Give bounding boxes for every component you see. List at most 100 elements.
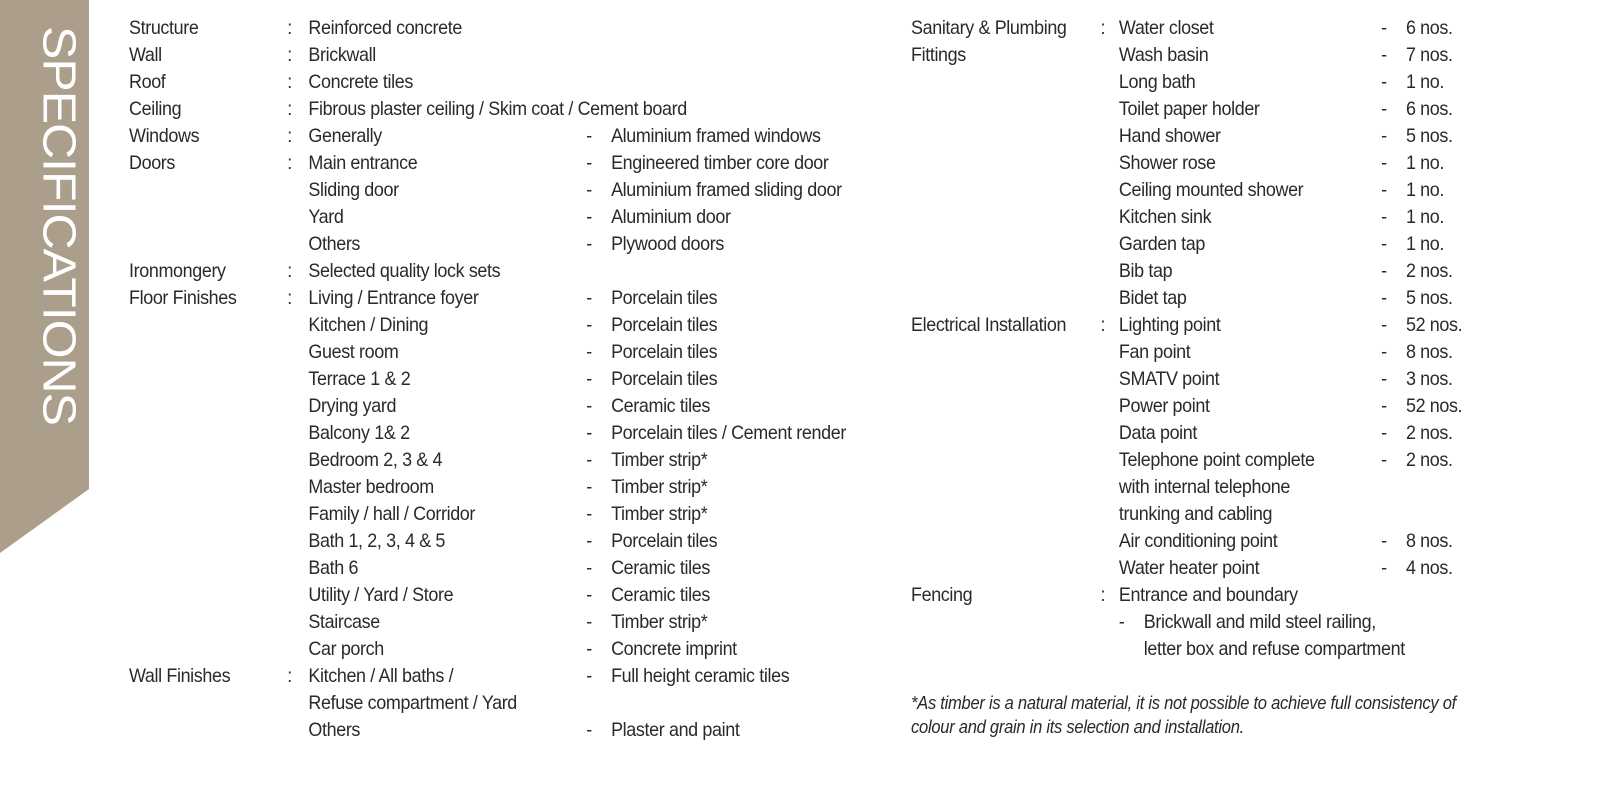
spec-row: Yard - Aluminium door [129, 204, 865, 231]
spec-category-label: Structure [129, 17, 199, 39]
spec-item: Brickwall [308, 44, 376, 66]
spec-item: Lighting point [1118, 314, 1221, 336]
spec-value: Ceramic tiles [611, 395, 710, 417]
spec-value: 5 nos. [1405, 125, 1453, 147]
dash-separator: - [586, 152, 592, 174]
spec-category-label: Sanitary & Plumbing [911, 17, 1067, 39]
spec-sub-item: letter box and refuse compartment [1143, 638, 1405, 660]
spec-row: Toilet paper holder -6 nos. [911, 96, 1555, 123]
spec-value: Porcelain tiles [611, 341, 718, 363]
spec-item: Concrete tiles [308, 71, 413, 93]
spec-value: 6 nos. [1405, 98, 1453, 120]
spec-row: Bath 1, 2, 3, 4 & 5 - Porcelain tiles [129, 528, 865, 555]
spec-item: Master bedroom [308, 476, 434, 498]
spec-row: Balcony 1& 2 - Porcelain tiles / Cement re… [129, 420, 865, 447]
spec-row: Ceiling: Fibrous plaster ceiling / Skim c… [129, 96, 865, 123]
spec-row: Bath 6 - Ceramic tiles [129, 555, 865, 582]
dash-separator: - [586, 476, 592, 498]
timber-footnote: *As timber is a natural material, it is … [911, 691, 1500, 739]
spec-item: Car porch [308, 638, 384, 660]
spec-item: Hand shower [1118, 125, 1221, 147]
spec-row: Ironmongery: Selected quality lock sets [129, 258, 865, 285]
spec-item: Water closet [1118, 17, 1214, 39]
spec-item: Sliding door [308, 179, 399, 201]
spec-item: Bidet tap [1118, 287, 1187, 309]
spec-item: Main entrance [308, 152, 418, 174]
spec-value: 52 nos. [1405, 395, 1463, 417]
spec-row: Staircase - Timber strip* [129, 609, 865, 636]
colon-separator: : [287, 98, 292, 120]
dash-separator: - [1381, 44, 1387, 66]
dash-separator: - [586, 287, 592, 309]
spec-value: Porcelain tiles [611, 314, 718, 336]
spec-row: Data point -2 nos. [911, 420, 1555, 447]
colon-separator: : [287, 44, 292, 66]
spec-row: Sanitary & Plumbing: Water closet -6 nos. [911, 15, 1555, 42]
spec-category-label: Wall [129, 44, 162, 66]
spec-value: 1 no. [1405, 152, 1445, 174]
spec-value: Porcelain tiles / Cement render [611, 422, 846, 444]
spec-row: Kitchen sink -1 no. [911, 204, 1555, 231]
spec-value: Porcelain tiles [611, 287, 718, 309]
spec-row: Wall Finishes: Kitchen / All baths / - Full… [129, 663, 865, 690]
colon-separator: : [1100, 17, 1106, 39]
dash-separator: - [586, 341, 592, 363]
spec-item: Living / Entrance foyer [308, 287, 479, 309]
spec-row: Windows: Generally - Aluminium framed windo… [129, 123, 865, 150]
spec-item: Long bath [1118, 71, 1196, 93]
spec-value: Timber strip* [611, 611, 708, 633]
spec-category-label: Floor Finishes [129, 287, 237, 309]
spec-row: SMATV point -3 nos. [911, 366, 1555, 393]
dash-separator: - [1118, 611, 1125, 633]
spec-item: Kitchen sink [1118, 206, 1212, 228]
spec-item: Others [308, 233, 361, 255]
dash-separator: - [1381, 17, 1387, 39]
spec-value: Engineered timber core door [611, 152, 829, 174]
spec-item: Toilet paper holder [1118, 98, 1260, 120]
spec-row: Garden tap -1 no. [911, 231, 1555, 258]
spec-item: Yard [308, 206, 344, 228]
colon-separator: : [287, 17, 292, 39]
spec-row: Bedroom 2, 3 & 4 - Timber strip* [129, 447, 865, 474]
spec-row: Sliding door - Aluminium framed sliding do… [129, 177, 865, 204]
spec-item: Refuse compartment / Yard [308, 692, 517, 714]
spec-item: Power point [1118, 395, 1210, 417]
spec-category-label: Doors [129, 152, 176, 174]
spec-value: Full height ceramic tiles [611, 665, 790, 687]
spec-item: Others [308, 719, 361, 741]
dash-separator: - [1381, 341, 1387, 363]
spec-row: Others - Plaster and paint [129, 717, 865, 744]
dash-separator: - [586, 719, 592, 741]
spec-value: Aluminium framed sliding door [611, 179, 842, 201]
spec-item: Bedroom 2, 3 & 4 [308, 449, 443, 471]
spec-row: letter box and refuse compartment [911, 636, 1555, 663]
spec-value: Ceramic tiles [611, 584, 710, 606]
spec-value: 7 nos. [1405, 44, 1453, 66]
spec-item: Shower rose [1118, 152, 1216, 174]
spec-value: Timber strip* [611, 449, 708, 471]
spec-row: Car porch - Concrete imprint [129, 636, 865, 663]
spec-row: Hand shower -5 nos. [911, 123, 1555, 150]
colon-separator: : [287, 152, 292, 174]
spec-category-label: Roof [129, 71, 166, 93]
spec-category-label: Fencing [911, 584, 973, 606]
spec-row: Floor Finishes: Living / Entrance foyer - P… [129, 285, 865, 312]
spec-value: 52 nos. [1405, 314, 1463, 336]
spec-value: Ceramic tiles [611, 557, 710, 579]
spec-item: Air conditioning point [1118, 530, 1278, 552]
spec-value: 1 no. [1405, 179, 1445, 201]
dash-separator: - [1381, 71, 1387, 93]
colon-separator: : [1100, 314, 1106, 336]
dash-separator: - [1381, 287, 1387, 309]
spec-row: Power point -52 nos. [911, 393, 1555, 420]
spec-item: Fan point [1118, 341, 1191, 363]
spec-row: Telephone point complete -2 nos. [911, 447, 1555, 474]
spec-row: Bib tap -2 nos. [911, 258, 1555, 285]
spec-row: Fencing: Entrance and boundary [911, 582, 1555, 609]
spec-item: Kitchen / Dining [308, 314, 429, 336]
spec-value: 3 nos. [1405, 368, 1453, 390]
dash-separator: - [586, 503, 592, 525]
spec-row: Terrace 1 & 2 - Porcelain tiles [129, 366, 865, 393]
spec-item: with internal telephone [1118, 476, 1290, 498]
spec-item: Water heater point [1118, 557, 1260, 579]
